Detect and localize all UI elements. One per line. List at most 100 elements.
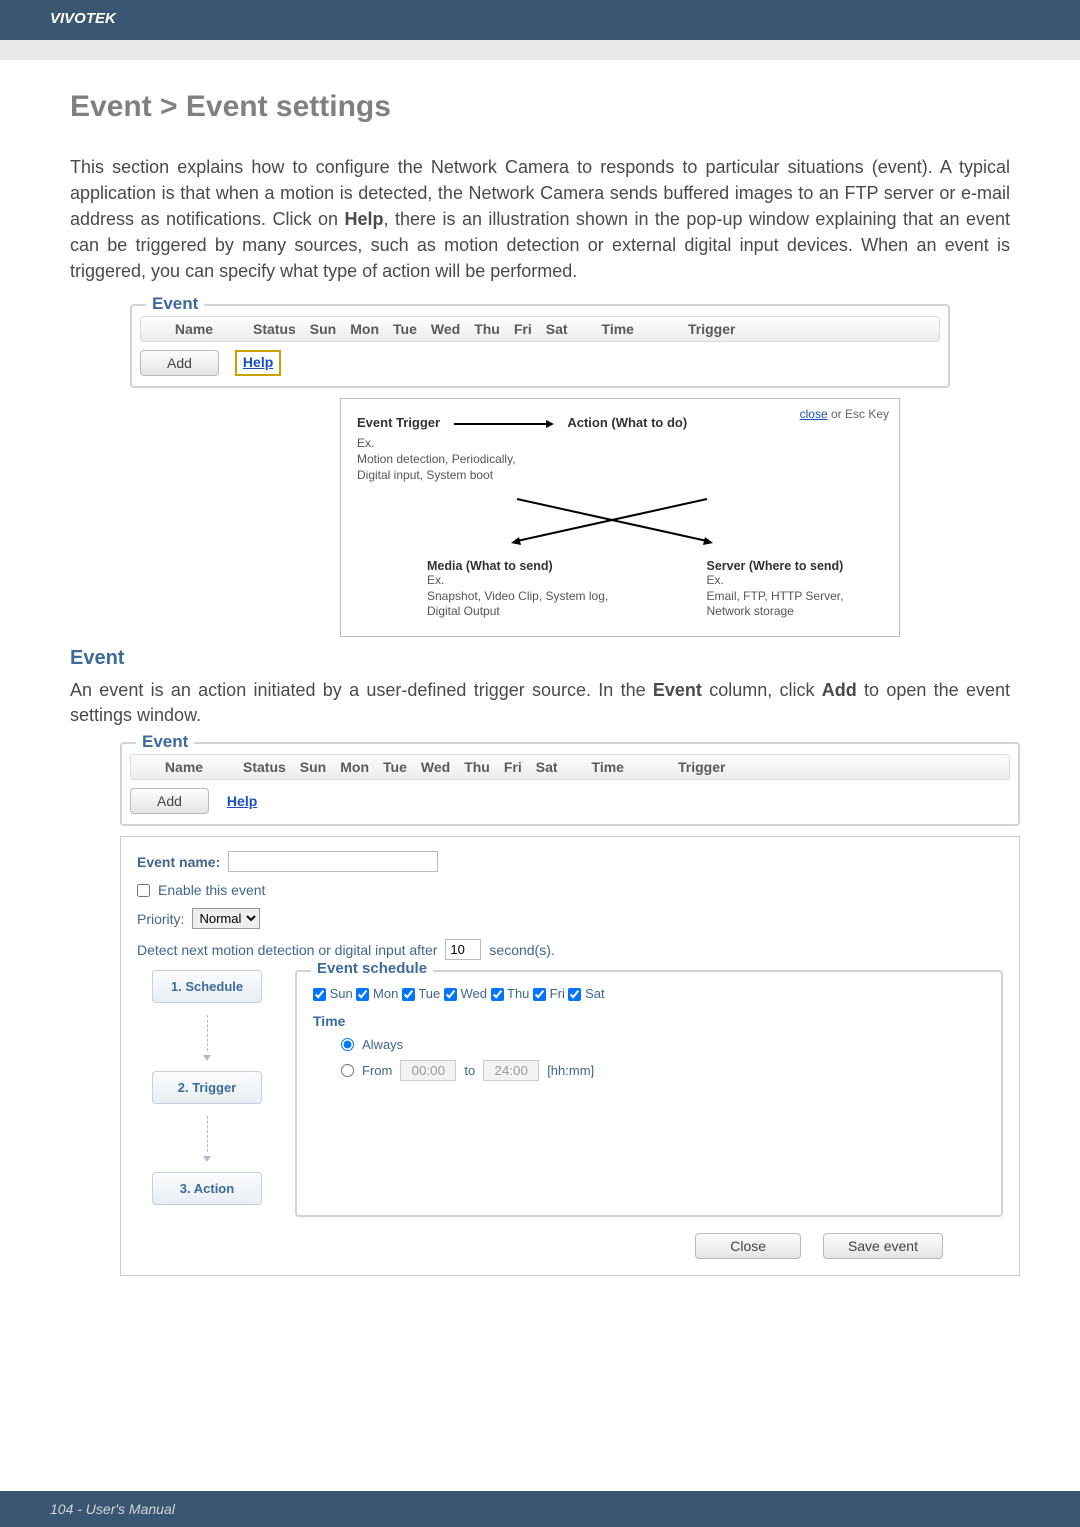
col2-mon: Mon — [340, 759, 369, 775]
chk-sat[interactable] — [568, 988, 581, 1001]
server-sub: Email, FTP, HTTP Server, Network storage — [706, 589, 883, 620]
chk-sun[interactable] — [313, 988, 326, 1001]
col2-tue: Tue — [383, 759, 407, 775]
col-status: Status — [253, 321, 296, 337]
col-wed: Wed — [431, 321, 460, 337]
col-trigger: Trigger — [688, 321, 735, 337]
flow-steps: 1. Schedule 2. Trigger 3. Action — [137, 970, 277, 1217]
days-row: Sun Mon Tue Wed Thu Fri Sat — [313, 986, 985, 1001]
crisscross-arrows-icon — [507, 491, 883, 551]
event-table-header: Name Status Sun Mon Tue Wed Thu Fri Sat … — [140, 316, 940, 342]
server-ex-label: Ex. — [706, 573, 883, 589]
lbl-tue: Tue — [418, 986, 440, 1001]
para2-b1: Event — [653, 680, 702, 700]
radio-always[interactable] — [341, 1038, 354, 1051]
chk-tue[interactable] — [402, 988, 415, 1001]
para2-pre: An event is an action initiated by a use… — [70, 680, 653, 700]
detect-seconds-input[interactable] — [445, 939, 481, 960]
intro-paragraph: This section explains how to configure t… — [70, 154, 1010, 284]
chk-wed[interactable] — [444, 988, 457, 1001]
help-link-2[interactable]: Help — [227, 793, 257, 809]
detect-post: second(s). — [489, 942, 554, 958]
lbl-mon: Mon — [373, 986, 398, 1001]
para2-b2: Add — [822, 680, 857, 700]
col-name: Name — [149, 321, 239, 337]
arrow-right-icon — [454, 419, 554, 429]
col2-thu: Thu — [464, 759, 490, 775]
close-button[interactable]: Close — [695, 1233, 801, 1259]
lbl-thu: Thu — [507, 986, 529, 1001]
help-popup: close or Esc Key Event Trigger Action (W… — [340, 398, 900, 637]
col2-fri: Fri — [504, 759, 522, 775]
event-description: An event is an action initiated by a use… — [70, 678, 1010, 728]
flow-arrow-2-icon — [203, 1156, 211, 1162]
add-button[interactable]: Add — [140, 350, 219, 376]
flow-arrow-1-icon — [203, 1055, 211, 1061]
header-divider — [0, 40, 1080, 60]
popup-close-esc: or Esc Key — [828, 407, 889, 421]
flow-connector-1 — [207, 1015, 208, 1051]
radio-from[interactable] — [341, 1064, 354, 1077]
to-time-input[interactable] — [483, 1060, 539, 1081]
event-fieldset-2: Event Name Status Sun Mon Tue Wed Thu Fr… — [120, 742, 1020, 826]
col2-status: Status — [243, 759, 286, 775]
enable-event-label: Enable this event — [158, 882, 265, 898]
add-button-2[interactable]: Add — [130, 788, 209, 814]
event-legend-2: Event — [136, 732, 194, 752]
chk-mon[interactable] — [356, 988, 369, 1001]
media-ex-label: Ex. — [427, 573, 626, 589]
help-link[interactable]: Help — [243, 354, 273, 370]
media-sub: Snapshot, Video Clip, System log, Digita… — [427, 589, 626, 620]
event-name-label: Event name: — [137, 854, 220, 870]
from-time-input[interactable] — [400, 1060, 456, 1081]
col-fri: Fri — [514, 321, 532, 337]
event-legend: Event — [146, 294, 204, 314]
col-thu: Thu — [474, 321, 500, 337]
priority-label: Priority: — [137, 911, 184, 927]
col2-wed: Wed — [421, 759, 450, 775]
to-label: to — [464, 1063, 475, 1078]
lbl-sun: Sun — [330, 986, 353, 1001]
brand-header: VIVOTEK — [0, 0, 1080, 40]
detect-pre: Detect next motion detection or digital … — [137, 942, 437, 958]
col-mon: Mon — [350, 321, 379, 337]
always-label: Always — [362, 1037, 403, 1052]
col-sun: Sun — [310, 321, 336, 337]
trigger-ex-label: Ex. — [357, 436, 883, 452]
help-highlight-box: Help — [235, 350, 281, 376]
popup-close-area: close or Esc Key — [800, 407, 889, 421]
popup-close-link[interactable]: close — [800, 407, 828, 421]
time-label: Time — [313, 1013, 985, 1029]
event-table-header-2: Name Status Sun Mon Tue Wed Thu Fri Sat … — [130, 754, 1010, 780]
media-header: Media (What to send) — [427, 559, 626, 573]
col-sat: Sat — [546, 321, 568, 337]
lbl-wed: Wed — [461, 986, 488, 1001]
trigger-examples: Motion detection, Periodically, Digital … — [357, 452, 537, 483]
col2-sun: Sun — [300, 759, 326, 775]
enable-event-checkbox[interactable] — [137, 884, 150, 897]
lbl-fri: Fri — [550, 986, 565, 1001]
flow-trigger[interactable]: 2. Trigger — [152, 1071, 262, 1104]
col2-time: Time — [592, 759, 624, 775]
col-time: Time — [602, 321, 634, 337]
event-settings-form: Event name: Enable this event Priority: … — [120, 836, 1020, 1276]
from-label: From — [362, 1063, 392, 1078]
event-schedule-box: Event schedule Sun Mon Tue Wed Thu Fri S… — [295, 970, 1003, 1217]
lbl-sat: Sat — [585, 986, 605, 1001]
priority-select[interactable]: Normal — [192, 908, 260, 929]
flow-schedule[interactable]: 1. Schedule — [152, 970, 262, 1003]
event-trigger-label: Event Trigger — [357, 415, 440, 430]
page-title: Event > Event settings — [70, 90, 1010, 124]
para2-mid: column, click — [702, 680, 822, 700]
event-name-input[interactable] — [228, 851, 438, 872]
col-tue: Tue — [393, 321, 417, 337]
save-event-button[interactable]: Save event — [823, 1233, 943, 1259]
chk-fri[interactable] — [533, 988, 546, 1001]
col2-sat: Sat — [536, 759, 558, 775]
chk-thu[interactable] — [491, 988, 504, 1001]
page-footer: 104 - User's Manual — [0, 1491, 1080, 1527]
intro-help-bold: Help — [344, 209, 383, 229]
action-label: Action (What to do) — [567, 415, 687, 430]
flow-connector-2 — [207, 1116, 208, 1152]
flow-action[interactable]: 3. Action — [152, 1172, 262, 1205]
